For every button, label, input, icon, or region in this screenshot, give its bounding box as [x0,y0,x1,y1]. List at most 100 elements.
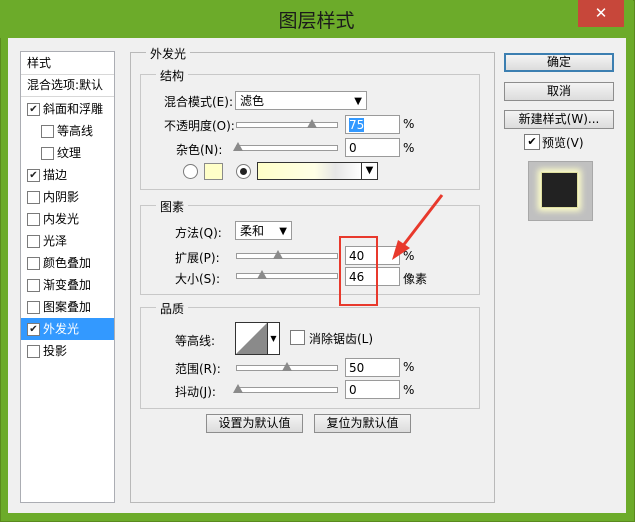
new-style-button[interactable]: 新建样式(W)... [504,110,614,129]
range-slider[interactable] [236,362,338,371]
preview-swatch [541,172,578,208]
stroke-checkbox[interactable] [27,169,40,182]
jitter-slider-thumb[interactable] [233,384,243,393]
range-unit: % [403,360,415,374]
sidebar-item-satin[interactable]: 光泽 [21,230,114,252]
noise-input[interactable]: 0 [345,138,400,157]
annotation-arrow-icon [392,194,444,260]
spread-label: 扩展(P): [175,251,220,265]
jitter-label: 抖动(J): [175,385,216,399]
blend-mode-select[interactable]: 滤色 ▼ [235,91,367,110]
range-label: 范围(R): [175,362,221,376]
preview-checkbox[interactable]: ✔ [524,134,540,150]
sidebar-item-gradient-overlay[interactable]: 渐变叠加 [21,274,114,296]
ok-button[interactable]: 确定 [504,53,614,72]
sidebar-item-texture[interactable]: 纹理 [21,142,114,164]
opacity-value: 75 [349,118,365,132]
sidebar-item-label: 纹理 [57,146,82,160]
contour-picker[interactable] [235,322,268,355]
elements-title: 图素 [156,198,189,215]
style-list-header[interactable]: 样式 [21,52,114,75]
sidebar-item-contour[interactable]: 等高线 [21,120,114,142]
sidebar-item-label: 斜面和浮雕 [43,102,104,116]
spread-slider[interactable] [236,250,338,259]
cancel-button[interactable]: 取消 [504,82,614,101]
sidebar-item-inner-shadow[interactable]: 内阴影 [21,186,114,208]
solid-color-radio[interactable] [183,164,198,179]
style-preview [528,161,593,221]
jitter-slider[interactable] [233,384,338,393]
sidebar-item-label: 投影 [43,344,68,358]
drop-shadow-checkbox[interactable] [27,345,40,358]
size-slider-thumb[interactable] [257,270,267,279]
gradient-radio[interactable] [236,164,251,179]
antialias-label: 消除锯齿(L) [309,332,374,346]
sidebar-item-blending-options[interactable]: 混合选项:默认 [21,74,114,97]
technique-select[interactable]: 柔和 ▼ [235,221,292,240]
dialog-title: 图层样式 [278,10,355,32]
opacity-input[interactable]: 75 [345,115,400,134]
blend-mode-label: 混合模式(E): [164,95,233,109]
size-unit: 像素 [403,272,428,286]
sidebar-item-outer-glow[interactable]: 外发光 [21,318,114,340]
jitter-input[interactable]: 0 [345,380,400,399]
chevron-down-icon: ▼ [365,165,374,176]
opacity-label: 不透明度(O): [164,119,235,133]
sidebar-item-stroke[interactable]: 描边 [21,164,114,186]
sidebar-item-label: 等高线 [57,124,94,138]
glow-gradient-picker[interactable] [257,162,362,180]
size-label: 大小(S): [175,272,221,286]
texture-checkbox[interactable] [41,147,54,160]
jitter-unit: % [403,383,415,397]
sidebar-item-label: 颜色叠加 [43,256,92,270]
bevel-emboss-checkbox[interactable] [27,103,40,116]
contour-label: 等高线: [175,334,216,348]
noise-unit: % [403,141,415,155]
sidebar-item-label: 光泽 [43,234,68,248]
satin-checkbox[interactable] [27,235,40,248]
size-slider[interactable] [236,270,338,279]
structure-title: 结构 [156,67,189,84]
outer-glow-checkbox[interactable] [27,323,40,336]
reset-default-button[interactable]: 复位为默认值 [314,414,411,433]
sidebar-item-label: 渐变叠加 [43,278,92,292]
gradient-overlay-checkbox[interactable] [27,279,40,292]
contour-checkbox[interactable] [41,125,54,138]
pattern-overlay-checkbox[interactable] [27,301,40,314]
inner-shadow-checkbox[interactable] [27,191,40,204]
gradient-dropdown-button[interactable]: ▼ [361,162,378,180]
contour-dropdown-button[interactable]: ▼ [267,322,280,355]
noise-label: 杂色(N): [176,143,223,157]
chevron-down-icon: ▼ [279,226,287,237]
close-button[interactable]: ✕ [578,0,624,27]
technique-label: 方法(Q): [175,226,222,240]
sidebar-item-label: 描边 [43,168,68,182]
opacity-unit: % [403,117,415,131]
sidebar-item-color-overlay[interactable]: 颜色叠加 [21,252,114,274]
style-list: 样式 混合选项:默认 斜面和浮雕 等高线 纹理 描边 内阴影 内发光 光泽 颜色… [20,51,115,503]
sidebar-item-inner-glow[interactable]: 内发光 [21,208,114,230]
glow-color-swatch[interactable] [204,163,223,180]
sidebar-item-bevel-emboss[interactable]: 斜面和浮雕 [21,98,114,120]
title-bar[interactable]: 图层样式 ✕ [0,0,633,38]
sidebar-item-pattern-overlay[interactable]: 图案叠加 [21,296,114,318]
antialias-checkbox[interactable] [290,330,305,345]
make-default-button[interactable]: 设置为默认值 [206,414,303,433]
quality-title: 品质 [156,300,189,317]
range-input[interactable]: 50 [345,358,400,377]
panel-title: 外发光 [146,45,191,62]
color-overlay-checkbox[interactable] [27,257,40,270]
range-slider-thumb[interactable] [282,362,292,371]
spread-slider-thumb[interactable] [273,250,283,259]
sidebar-item-label: 图案叠加 [43,300,92,314]
noise-slider[interactable] [233,142,338,151]
noise-slider-thumb[interactable] [233,142,243,151]
preview-label: 预览(V) [542,136,584,150]
opacity-slider[interactable] [236,119,338,128]
opacity-slider-thumb[interactable] [307,119,317,128]
technique-value: 柔和 [240,224,265,238]
sidebar-item-label: 外发光 [43,322,80,336]
inner-glow-checkbox[interactable] [27,213,40,226]
sidebar-item-label: 内阴影 [43,190,80,204]
sidebar-item-drop-shadow[interactable]: 投影 [21,340,114,362]
